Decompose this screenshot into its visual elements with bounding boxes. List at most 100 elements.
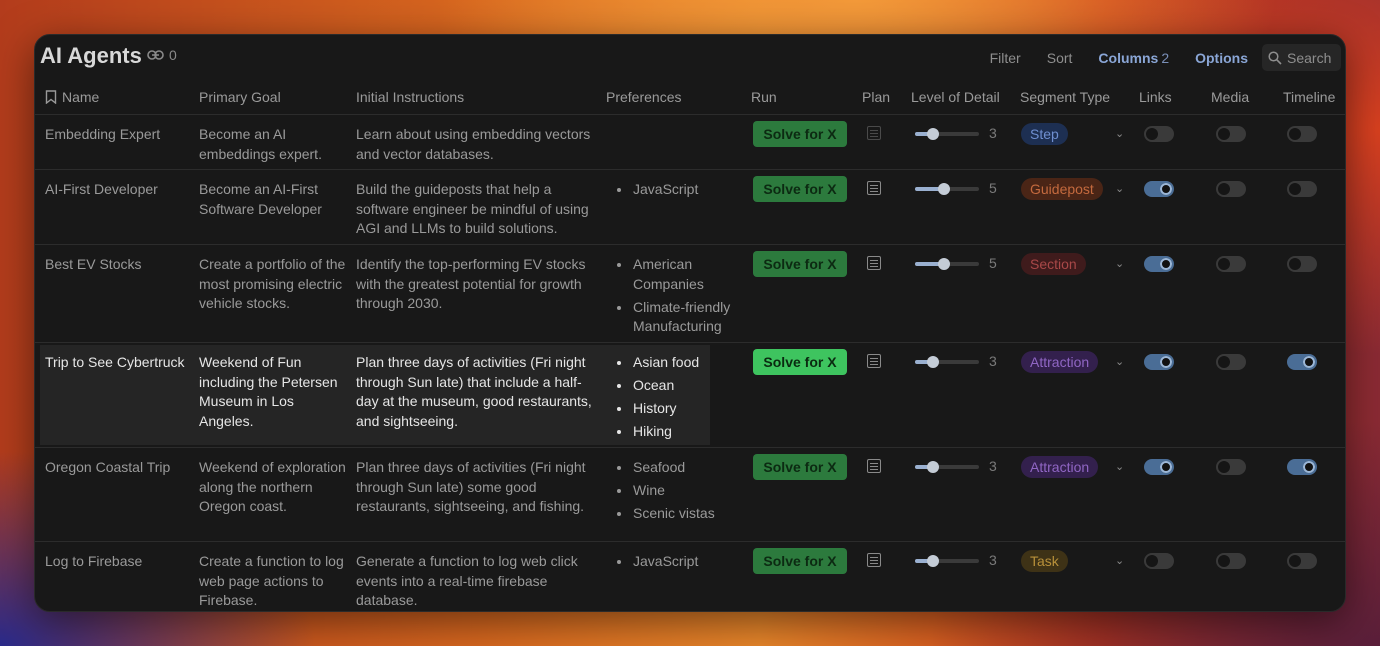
slider-knob[interactable] [938,183,951,195]
timeline-toggle[interactable] [1287,256,1317,272]
chevron-down-icon[interactable]: ⌄ [1115,554,1124,567]
timeline-toggle[interactable] [1287,459,1317,475]
segment-type-tag[interactable]: Guidepost [1021,178,1103,200]
plan-document-icon[interactable] [867,126,881,140]
slider-knob[interactable] [926,461,939,473]
preferences-list[interactable]: Seafood Wine Scenic vistas [612,458,752,527]
sort-button[interactable]: Sort [1041,46,1079,70]
links-toggle[interactable] [1144,354,1174,370]
chevron-down-icon[interactable]: ⌄ [1115,460,1124,473]
initial-instructions[interactable]: Build the guideposts that help a softwar… [356,180,601,239]
level-of-detail-slider[interactable] [915,258,979,270]
agent-name[interactable]: Best EV Stocks [45,255,195,275]
media-toggle[interactable] [1216,459,1246,475]
primary-goal[interactable]: Create a portfolio of the most promising… [199,255,349,314]
timeline-toggle[interactable] [1287,126,1317,142]
level-of-detail-slider[interactable] [915,183,979,195]
links-toggle[interactable] [1144,126,1174,142]
table-row[interactable]: Oregon Coastal Trip Weekend of explorati… [35,448,1345,542]
table-row[interactable]: Best EV Stocks Create a portfolio of the… [35,245,1345,343]
level-of-detail-slider[interactable] [915,461,979,473]
solve-for-x-button[interactable]: Solve for X [753,176,847,202]
media-toggle[interactable] [1216,181,1246,197]
level-of-detail-slider[interactable] [915,356,979,368]
level-of-detail-slider[interactable] [915,555,979,567]
column-header-links[interactable]: Links [1139,89,1172,105]
agent-name[interactable]: Oregon Coastal Trip [45,458,195,478]
primary-goal[interactable]: Weekend of exploration along the norther… [199,458,349,517]
preferences-list[interactable]: JavaScript [612,180,752,203]
agent-name[interactable]: AI-First Developer [45,180,195,200]
plan-document-icon[interactable] [867,181,881,195]
table-row[interactable]: Embedding Expert Become an AI embeddings… [35,115,1345,170]
primary-goal[interactable]: Become an AI embeddings expert. [199,125,349,164]
level-of-detail-slider[interactable] [915,128,979,140]
chevron-down-icon[interactable]: ⌄ [1115,127,1124,140]
media-toggle[interactable] [1216,126,1246,142]
table-row[interactable]: AI-First Developer Become an AI-First So… [35,170,1345,245]
preferences-list[interactable]: American Companies Climate-friendly Manuf… [612,255,752,340]
link-count[interactable]: 0 [147,47,177,63]
agent-name[interactable]: Log to Firebase [45,552,195,572]
media-toggle[interactable] [1216,553,1246,569]
segment-type-tag[interactable]: Attraction [1021,456,1099,478]
slider-knob[interactable] [926,356,939,368]
links-toggle[interactable] [1144,181,1174,197]
media-toggle[interactable] [1216,256,1246,272]
plan-document-icon[interactable] [867,553,881,567]
plan-document-icon[interactable] [867,354,881,368]
preferences-list[interactable]: Asian food Ocean History Hiking [612,353,752,445]
segment-type-tag[interactable]: Section [1021,253,1086,275]
solve-for-x-button[interactable]: Solve for X [753,454,847,480]
filter-button[interactable]: Filter [984,46,1027,70]
slider-knob[interactable] [926,128,939,140]
column-header-name[interactable]: Name [45,89,99,105]
primary-goal[interactable]: Weekend of Fun including the Petersen Mu… [199,353,349,431]
timeline-toggle[interactable] [1287,354,1317,370]
slider-knob[interactable] [926,555,939,567]
table-row[interactable]: Trip to See Cybertruck Weekend of Fun in… [35,343,1345,448]
links-toggle[interactable] [1144,553,1174,569]
solve-for-x-button[interactable]: Solve for X [753,121,847,147]
timeline-toggle[interactable] [1287,553,1317,569]
primary-goal[interactable]: Create a function to log web page action… [199,552,349,611]
table-row[interactable]: Log to Firebase Create a function to log… [35,542,1345,611]
column-header-run[interactable]: Run [751,89,777,105]
agent-name[interactable]: Embedding Expert [45,125,195,145]
initial-instructions[interactable]: Plan three days of activities (Fri night… [356,353,601,431]
links-toggle[interactable] [1144,256,1174,272]
segment-type-tag[interactable]: Task [1021,550,1068,572]
solve-for-x-button[interactable]: Solve for X [753,251,847,277]
options-button[interactable]: Options [1189,46,1254,70]
solve-for-x-button[interactable]: Solve for X [753,548,847,574]
column-header-preferences[interactable]: Preferences [606,89,681,105]
slider-knob[interactable] [938,258,951,270]
plan-document-icon[interactable] [867,256,881,270]
primary-goal[interactable]: Become an AI-First Software Developer [199,180,349,219]
timeline-toggle[interactable] [1287,181,1317,197]
solve-for-x-button[interactable]: Solve for X [753,349,847,375]
segment-type-tag[interactable]: Step [1021,123,1068,145]
column-header-instructions[interactable]: Initial Instructions [356,89,464,105]
column-header-goal[interactable]: Primary Goal [199,89,281,105]
column-header-plan[interactable]: Plan [862,89,890,105]
preferences-list[interactable]: JavaScript [612,552,752,575]
columns-button[interactable]: Columns 2 [1092,46,1175,70]
initial-instructions[interactable]: Learn about using embedding vectors and … [356,125,601,164]
agent-name[interactable]: Trip to See Cybertruck [45,353,195,373]
chevron-down-icon[interactable]: ⌄ [1115,257,1124,270]
initial-instructions[interactable]: Identify the top-performing EV stocks wi… [356,255,601,314]
links-toggle[interactable] [1144,459,1174,475]
media-toggle[interactable] [1216,354,1246,370]
column-header-segment[interactable]: Segment Type [1020,89,1110,105]
column-header-detail[interactable]: Level of Detail [911,89,1000,105]
plan-document-icon[interactable] [867,459,881,473]
initial-instructions[interactable]: Generate a function to log web click eve… [356,552,601,611]
initial-instructions[interactable]: Plan three days of activities (Fri night… [356,458,601,517]
column-header-media[interactable]: Media [1211,89,1249,105]
search-input[interactable]: Search [1262,44,1341,71]
column-header-timeline[interactable]: Timeline [1283,89,1335,105]
chevron-down-icon[interactable]: ⌄ [1115,182,1124,195]
segment-type-tag[interactable]: Attraction [1021,351,1099,373]
chevron-down-icon[interactable]: ⌄ [1115,355,1124,368]
